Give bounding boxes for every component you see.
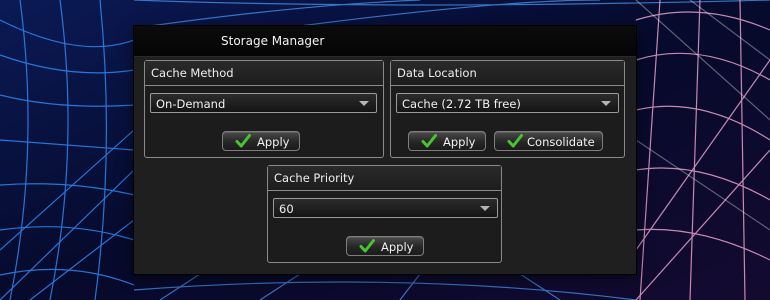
data-location-select[interactable]: Cache (2.72 TB free) bbox=[396, 93, 619, 113]
cache-priority-apply-button[interactable]: Apply bbox=[346, 236, 424, 256]
consolidate-button[interactable]: Consolidate bbox=[494, 131, 603, 151]
check-icon bbox=[235, 134, 251, 148]
chevron-down-icon bbox=[480, 206, 490, 211]
panel-header: Cache Method bbox=[145, 61, 383, 86]
cache-priority-select[interactable]: 60 bbox=[273, 198, 498, 218]
apply-label: Apply bbox=[257, 135, 290, 149]
apply-label: Apply bbox=[443, 135, 476, 149]
check-icon bbox=[359, 239, 375, 253]
chevron-down-icon bbox=[601, 101, 611, 106]
check-icon bbox=[421, 134, 437, 148]
data-location-title: Data Location bbox=[397, 66, 477, 80]
data-location-apply-button[interactable]: Apply bbox=[408, 131, 486, 151]
data-location-panel: Data Location Cache (2.72 TB free) Apply… bbox=[390, 60, 625, 158]
apply-label: Apply bbox=[381, 240, 414, 254]
window-title: Storage Manager bbox=[221, 34, 325, 48]
panel-header: Data Location bbox=[391, 61, 624, 86]
data-location-value: Cache (2.72 TB free) bbox=[402, 97, 521, 111]
cache-method-select[interactable]: On-Demand bbox=[150, 93, 377, 113]
cache-priority-value: 60 bbox=[279, 202, 294, 216]
cache-method-panel: Cache Method On-Demand Apply bbox=[144, 60, 384, 158]
check-icon bbox=[507, 134, 523, 148]
title-bar: Storage Manager bbox=[134, 26, 636, 57]
cache-priority-panel: Cache Priority 60 Apply bbox=[267, 165, 502, 263]
cache-priority-title: Cache Priority bbox=[274, 171, 355, 185]
cache-method-value: On-Demand bbox=[156, 97, 226, 111]
consolidate-label: Consolidate bbox=[527, 135, 595, 149]
cache-method-apply-button[interactable]: Apply bbox=[222, 131, 300, 151]
storage-manager-window: Storage Manager Cache Method On-Demand A… bbox=[134, 26, 636, 274]
chevron-down-icon bbox=[359, 101, 369, 106]
cache-method-title: Cache Method bbox=[151, 66, 234, 80]
panel-header: Cache Priority bbox=[268, 166, 501, 191]
